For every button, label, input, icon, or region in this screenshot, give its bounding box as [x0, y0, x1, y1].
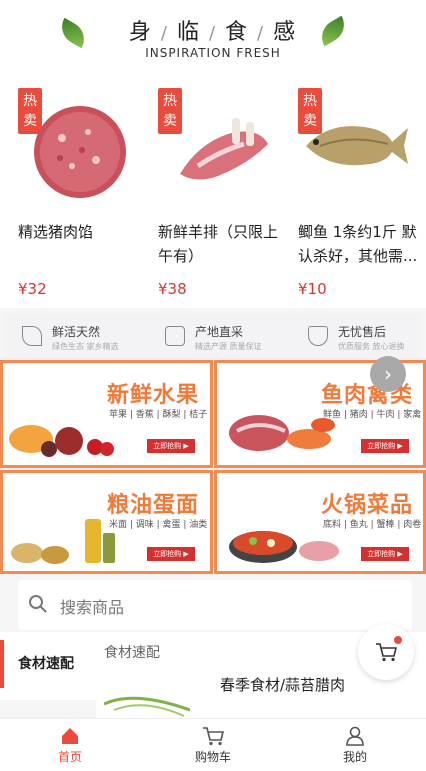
- shield-yen-icon: [308, 326, 328, 346]
- hotpot-image: [229, 531, 339, 563]
- product-price: ¥38: [158, 280, 187, 298]
- banner-hotpot[interactable]: 火锅菜品 底料 | 鱼丸 | 蟹棒 | 肉卷 立即抢购 ▶: [214, 470, 426, 574]
- buy-now-button[interactable]: 立即抢购 ▶: [147, 547, 195, 561]
- page-subtitle: INSPIRATION FRESH: [145, 46, 281, 60]
- search-bar[interactable]: 搜索商品: [18, 580, 412, 630]
- shop-icon: [165, 326, 185, 346]
- cart-icon: [203, 727, 224, 746]
- buy-now-button[interactable]: 立即抢购 ▶: [361, 547, 409, 561]
- grain-oil-image: [11, 519, 115, 564]
- feature-title: 产地直采: [195, 325, 244, 339]
- product-name: 鲫鱼 1条约1斤 默认杀好，其他需...: [298, 223, 418, 265]
- product-name: 精选猪肉馅: [18, 223, 94, 241]
- banner-fruit[interactable]: 新鲜水果 苹果 | 香蕉 | 酥梨 | 桔子 立即抢购 ▶: [0, 360, 213, 468]
- cart-badge-dot: [394, 636, 402, 644]
- product-price: ¥10: [298, 280, 327, 298]
- tab-home[interactable]: 首页: [40, 720, 100, 768]
- page-title: 身 / 临 / 食 / 感: [128, 20, 298, 45]
- product-card[interactable]: 热卖 新鲜羊排（只限上午有） ¥38: [158, 86, 290, 306]
- banner-title: 粮油蛋面: [107, 493, 200, 518]
- product-name: 新鲜羊排（只限上午有）: [158, 223, 279, 265]
- carousel-next-button[interactable]: ›: [370, 356, 406, 392]
- meat-image: [229, 415, 335, 451]
- floating-cart-button[interactable]: [358, 624, 414, 680]
- active-category-indicator: [0, 640, 4, 688]
- category-sidebar: [0, 700, 96, 718]
- home-icon: [62, 728, 78, 744]
- tab-profile[interactable]: 我的: [325, 720, 385, 768]
- feature-subtitle: 优质服务 放心退换: [338, 342, 405, 351]
- leaf-icon: [22, 326, 42, 346]
- user-icon: [346, 726, 364, 746]
- banner-grain-oil[interactable]: 粮油蛋面 米面 | 调味 | 禽蛋 | 油类 立即抢购 ▶: [0, 470, 213, 574]
- feature-subtitle: 精选产源 质量保证: [195, 342, 262, 351]
- tab-cart[interactable]: 购物车: [183, 720, 243, 768]
- section-label: 食材速配: [104, 645, 160, 661]
- category-item-active[interactable]: 食材速配: [18, 653, 74, 673]
- feature-title: 无忧售后: [338, 325, 387, 339]
- search-placeholder: 搜索商品: [60, 598, 125, 617]
- product-card[interactable]: 热卖 鲫鱼 1条约1斤 默认杀好，其他需... ¥10: [298, 86, 426, 306]
- cart-icon: [376, 643, 397, 662]
- product-price: ¥32: [18, 280, 47, 298]
- tab-label: 首页: [57, 750, 82, 764]
- banner-tags: 米面 | 调味 | 禽蛋 | 油类: [109, 520, 208, 530]
- buy-now-button[interactable]: 立即抢购 ▶: [361, 439, 409, 453]
- product-card[interactable]: 热卖 精选猪肉馅 ¥32: [18, 86, 150, 306]
- search-icon: [29, 595, 47, 613]
- fruit-image: [9, 425, 114, 457]
- tab-label: 我的: [342, 750, 367, 764]
- buy-now-button[interactable]: 立即抢购 ▶: [147, 439, 195, 453]
- featured-item-title[interactable]: 春季食材/蒜苔腊肉: [220, 674, 345, 695]
- tab-label: 购物车: [194, 750, 231, 764]
- feature-subtitle: 绿色生态 家乡精选: [52, 342, 119, 351]
- carp-fish-image: [306, 126, 408, 166]
- banner-tags: 苹果 | 香蕉 | 酥梨 | 桔子: [109, 410, 208, 420]
- feature-title: 鲜活天然: [52, 325, 101, 339]
- lamb-chops-image: [180, 118, 268, 180]
- minced-pork-image: [34, 106, 126, 198]
- banner-title: 新鲜水果: [107, 383, 200, 408]
- garlic-sprout-image: [104, 696, 190, 717]
